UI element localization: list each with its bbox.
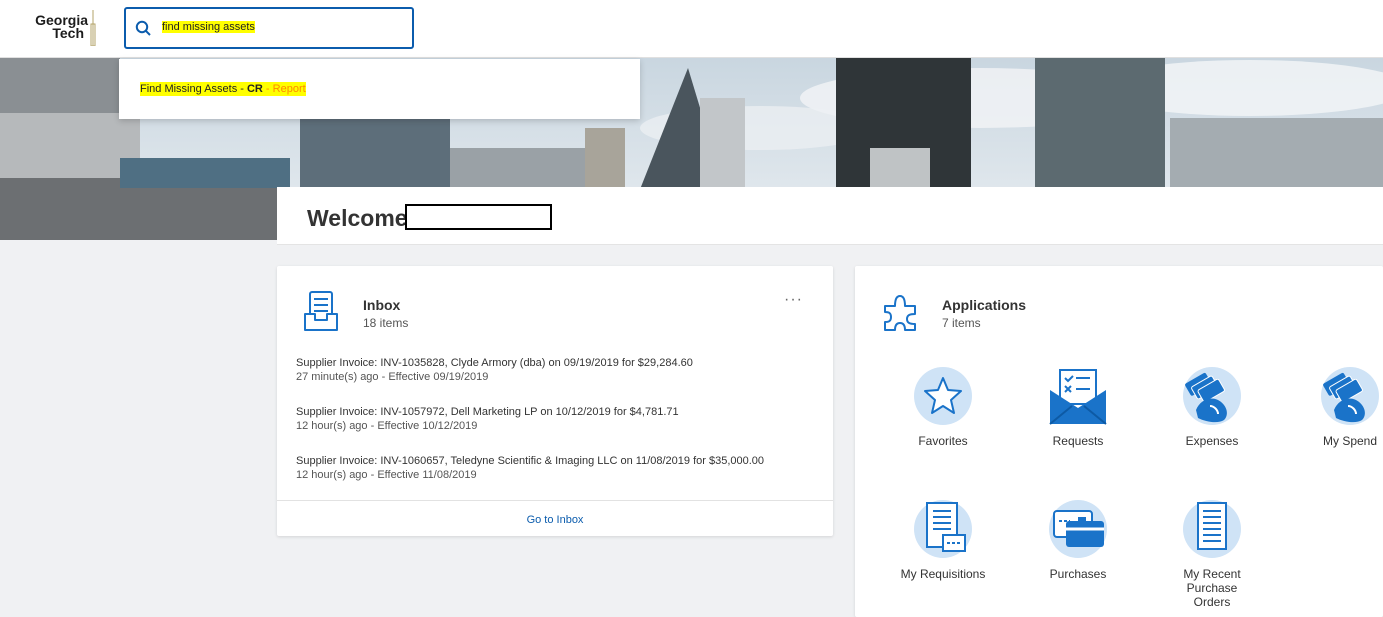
task-title: Supplier Invoice: INV-1057972, Dell Mark… xyxy=(296,406,679,418)
search-results-dropdown: Find Missing Assets - CR - Report xyxy=(119,59,640,119)
app-label: Requests xyxy=(1052,434,1104,448)
app-label: My Requisitions xyxy=(900,567,986,581)
document-list-icon xyxy=(1183,500,1241,558)
inbox-count: 18 items xyxy=(363,316,409,330)
go-to-inbox-link[interactable]: Go to Inbox xyxy=(277,514,833,526)
task-title: Supplier Invoice: INV-1060657, Teledyne … xyxy=(296,455,765,467)
inbox-task-2[interactable]: Supplier Invoice: INV-1057972, Dell Mark… xyxy=(296,406,679,432)
applications-title: Applications xyxy=(942,297,1027,313)
document-form-icon xyxy=(914,500,972,558)
inbox-title: Inbox xyxy=(363,297,401,313)
applications-card: Applications 7 items Favorites Requests xyxy=(855,266,1383,617)
hand-cash-icon xyxy=(1321,367,1379,425)
credit-card-icon xyxy=(1049,500,1107,558)
redacted-name-box xyxy=(405,204,552,230)
app-expenses[interactable]: Expenses xyxy=(1157,364,1267,448)
applications-count: 7 items xyxy=(942,316,981,330)
envelope-checklist-icon xyxy=(1049,369,1107,425)
app-requests[interactable]: Requests xyxy=(1023,364,1133,448)
georgia-tech-logo[interactable]: Georgia Tech xyxy=(18,13,88,41)
app-label: Favorites xyxy=(918,434,968,448)
star-icon xyxy=(914,367,972,425)
result-prefix: Find Missing Assets - xyxy=(140,83,247,95)
tech-tower-icon xyxy=(90,10,96,46)
inbox-card: Inbox 18 items ··· Supplier Invoice: INV… xyxy=(277,266,833,536)
hand-cash-icon xyxy=(1183,367,1241,425)
app-label: My Recent Purchase Orders xyxy=(1183,567,1241,609)
app-label: Expenses xyxy=(1185,434,1239,448)
search-input[interactable]: find missing assets xyxy=(162,21,255,33)
welcome-text: Welcome, xyxy=(307,205,414,231)
app-my-requisitions[interactable]: My Requisitions xyxy=(888,497,998,581)
divider xyxy=(277,500,833,501)
top-bar: Georgia Tech find missing assets xyxy=(0,0,1383,58)
inbox-tray-icon xyxy=(304,291,338,331)
task-meta: 12 hour(s) ago - Effective 11/08/2019 xyxy=(296,469,477,481)
app-label: Purchases xyxy=(1049,567,1107,581)
search-icon xyxy=(135,20,151,36)
inbox-task-1[interactable]: Supplier Invoice: INV-1035828, Clyde Arm… xyxy=(296,357,693,383)
task-title: Supplier Invoice: INV-1035828, Clyde Arm… xyxy=(296,357,693,369)
welcome-banner: Welcome, xyxy=(277,187,1383,245)
result-bold: CR xyxy=(246,83,263,95)
app-my-recent-purchase-orders[interactable]: My Recent Purchase Orders xyxy=(1157,497,1267,609)
app-purchases[interactable]: Purchases xyxy=(1023,497,1133,581)
result-type: - Report xyxy=(262,83,306,95)
search-result-find-missing-assets[interactable]: Find Missing Assets - CR - Report xyxy=(140,82,306,96)
inbox-task-3[interactable]: Supplier Invoice: INV-1060657, Teledyne … xyxy=(296,455,764,481)
logo-line-2: Tech xyxy=(52,25,84,41)
app-my-spend[interactable]: My Spend xyxy=(1295,364,1383,448)
search-box[interactable]: find missing assets xyxy=(124,7,414,49)
more-options-icon[interactable]: ··· xyxy=(784,292,803,308)
task-meta: 27 minute(s) ago - Effective 09/19/2019 xyxy=(296,371,489,383)
app-label: My Spend xyxy=(1322,434,1378,448)
task-meta: 12 hour(s) ago - Effective 10/12/2019 xyxy=(296,420,478,432)
puzzle-piece-icon xyxy=(884,295,916,331)
app-favorites[interactable]: Favorites xyxy=(888,364,998,448)
